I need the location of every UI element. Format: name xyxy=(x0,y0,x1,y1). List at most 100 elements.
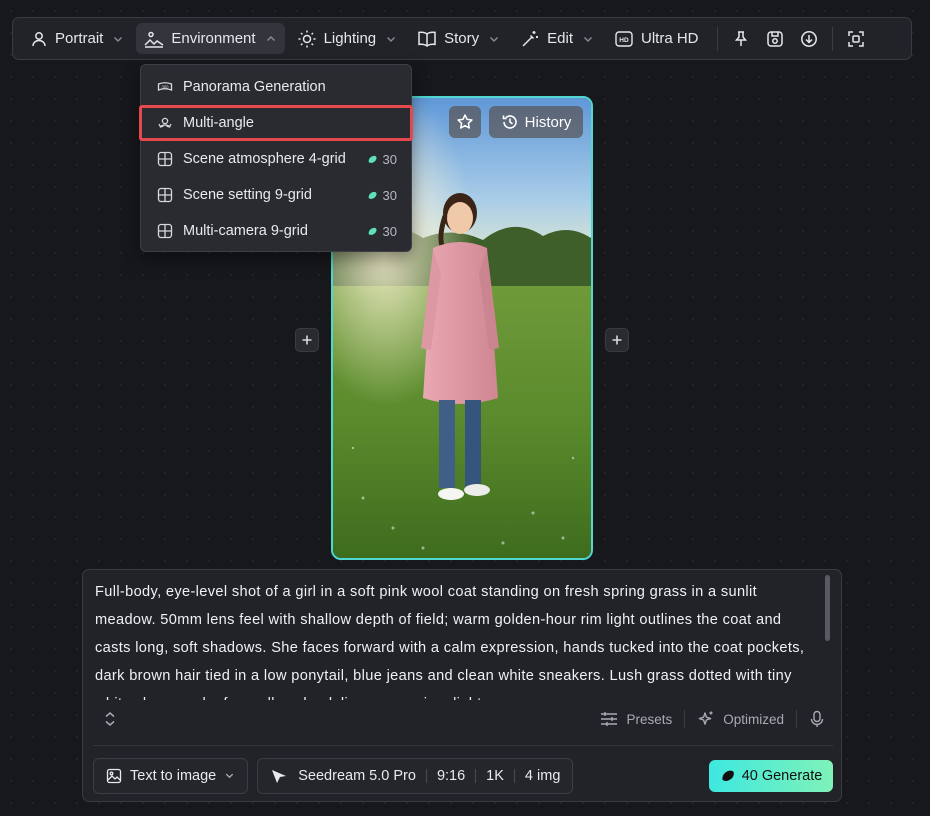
settings-divider xyxy=(425,768,427,783)
grid-9-icon xyxy=(157,187,173,203)
person-icon xyxy=(30,30,48,48)
history-button[interactable]: History xyxy=(489,106,583,138)
svg-text:HD: HD xyxy=(619,37,629,44)
landscape-icon xyxy=(144,30,164,48)
expand-vertical-icon xyxy=(103,711,117,727)
hd-icon: HD xyxy=(614,30,634,48)
add-right-button[interactable] xyxy=(605,328,629,352)
model-logo-icon xyxy=(270,768,288,784)
top-toolbar: Portrait Environment Lighting Story Edit… xyxy=(12,17,912,60)
dropdown-item-scene-setting[interactable]: Scene setting 9-grid 30 xyxy=(141,177,411,213)
bean-icon xyxy=(720,768,736,784)
microphone-icon xyxy=(809,710,825,728)
pin-icon xyxy=(732,30,750,48)
tools-divider xyxy=(796,710,797,728)
history-icon xyxy=(501,113,519,131)
story-label: Story xyxy=(444,30,480,47)
favorite-button[interactable] xyxy=(449,106,481,138)
model-settings-select[interactable]: Seedream 5.0 Pro 9:16 1K 4 img xyxy=(257,757,574,794)
save-image-button[interactable] xyxy=(758,23,792,54)
bean-icon xyxy=(367,154,378,165)
credit-cost: 30 xyxy=(367,188,397,203)
chevron-down-icon xyxy=(224,770,235,781)
mode-label: Text to image xyxy=(130,767,217,784)
expand-toggle-button[interactable] xyxy=(103,711,117,727)
image-icon xyxy=(106,768,122,784)
multi-angle-icon xyxy=(157,115,173,131)
plus-icon xyxy=(301,334,313,346)
magic-wand-icon xyxy=(520,29,540,49)
dropdown-item-multi-angle[interactable]: Multi-angle xyxy=(139,105,413,141)
ratio-label: 9:16 xyxy=(436,767,466,784)
presets-button[interactable]: Presets xyxy=(600,711,672,727)
add-left-button[interactable] xyxy=(295,328,319,352)
star-icon xyxy=(456,113,474,131)
prompt-scrollbar[interactable] xyxy=(825,575,830,641)
credit-cost: 30 xyxy=(367,152,397,167)
ultra-hd-label: Ultra HD xyxy=(641,30,699,47)
toolbar-divider xyxy=(716,26,718,51)
model-label: Seedream 5.0 Pro xyxy=(298,767,416,784)
credit-cost: 30 xyxy=(367,224,397,239)
dropdown-item-scene-atmosphere[interactable]: Scene atmosphere 4-grid 30 xyxy=(141,141,411,177)
ultra-hd-button[interactable]: HD Ultra HD xyxy=(606,23,707,54)
toolbar-divider xyxy=(831,26,833,51)
chevron-down-icon xyxy=(385,33,397,45)
sliders-icon xyxy=(600,711,618,727)
generate-label: 40 Generate xyxy=(741,767,823,784)
history-label: History xyxy=(524,113,572,131)
count-label: 4 img xyxy=(524,767,561,784)
panorama-icon: 360 xyxy=(157,79,173,95)
optimized-label: Optimized xyxy=(723,711,784,727)
edit-label: Edit xyxy=(547,30,573,47)
story-menu-button[interactable]: Story xyxy=(409,23,508,54)
chevron-down-icon xyxy=(582,33,594,45)
bean-icon xyxy=(367,190,378,201)
chevron-up-icon xyxy=(265,33,277,45)
sun-icon xyxy=(297,29,317,49)
edit-menu-button[interactable]: Edit xyxy=(512,23,602,54)
voice-input-button[interactable] xyxy=(809,710,825,728)
image-save-icon xyxy=(766,30,784,48)
pin-button[interactable] xyxy=(724,23,758,54)
environment-dropdown: 360 Panorama Generation Multi-angle Scen… xyxy=(139,64,413,252)
generate-button[interactable]: 40 Generate xyxy=(709,759,833,792)
svg-text:360: 360 xyxy=(162,85,170,90)
download-button[interactable] xyxy=(792,23,826,54)
sparkle-icon xyxy=(697,710,715,728)
plus-icon xyxy=(611,334,623,346)
focus-frame-icon xyxy=(847,30,865,48)
prompt-panel: Full-body, eye-level shot of a girl in a… xyxy=(82,569,842,802)
fit-screen-button[interactable] xyxy=(839,23,873,54)
credit-cost-value: 30 xyxy=(382,151,397,167)
dropdown-item-label: Multi-camera 9-grid xyxy=(183,223,308,239)
generation-controls: Text to image Seedream 5.0 Pro 9:16 1K 4… xyxy=(93,745,833,795)
credit-cost-value: 30 xyxy=(382,187,397,203)
portrait-label: Portrait xyxy=(55,30,104,47)
chevron-down-icon xyxy=(112,33,124,45)
dropdown-item-panorama[interactable]: 360 Panorama Generation xyxy=(141,69,411,105)
download-icon xyxy=(800,30,818,48)
dropdown-item-label: Scene setting 9-grid xyxy=(183,187,312,203)
lighting-menu-button[interactable]: Lighting xyxy=(289,23,406,54)
resolution-label: 1K xyxy=(486,767,504,784)
dropdown-item-label: Scene atmosphere 4-grid xyxy=(183,151,346,167)
dropdown-item-multi-camera[interactable]: Multi-camera 9-grid 30 xyxy=(141,213,411,249)
environment-menu-button[interactable]: Environment xyxy=(136,23,285,54)
grid-9-icon xyxy=(157,223,173,239)
mode-select[interactable]: Text to image xyxy=(93,757,249,794)
dropdown-item-label: Panorama Generation xyxy=(183,79,326,95)
lighting-label: Lighting xyxy=(323,30,377,47)
portrait-menu-button[interactable]: Portrait xyxy=(22,23,132,54)
chevron-down-icon xyxy=(488,33,500,45)
bean-icon xyxy=(367,226,378,237)
environment-label: Environment xyxy=(171,30,256,47)
settings-divider xyxy=(513,768,515,783)
optimized-toggle[interactable]: Optimized xyxy=(697,710,784,728)
dropdown-item-label: Multi-angle xyxy=(183,115,254,131)
prompt-tools-row: Presets Optimized xyxy=(93,704,833,734)
settings-divider xyxy=(475,768,477,783)
grid-4-icon xyxy=(157,151,173,167)
book-icon xyxy=(417,30,437,48)
prompt-textarea[interactable]: Full-body, eye-level shot of a girl in a… xyxy=(95,578,821,700)
